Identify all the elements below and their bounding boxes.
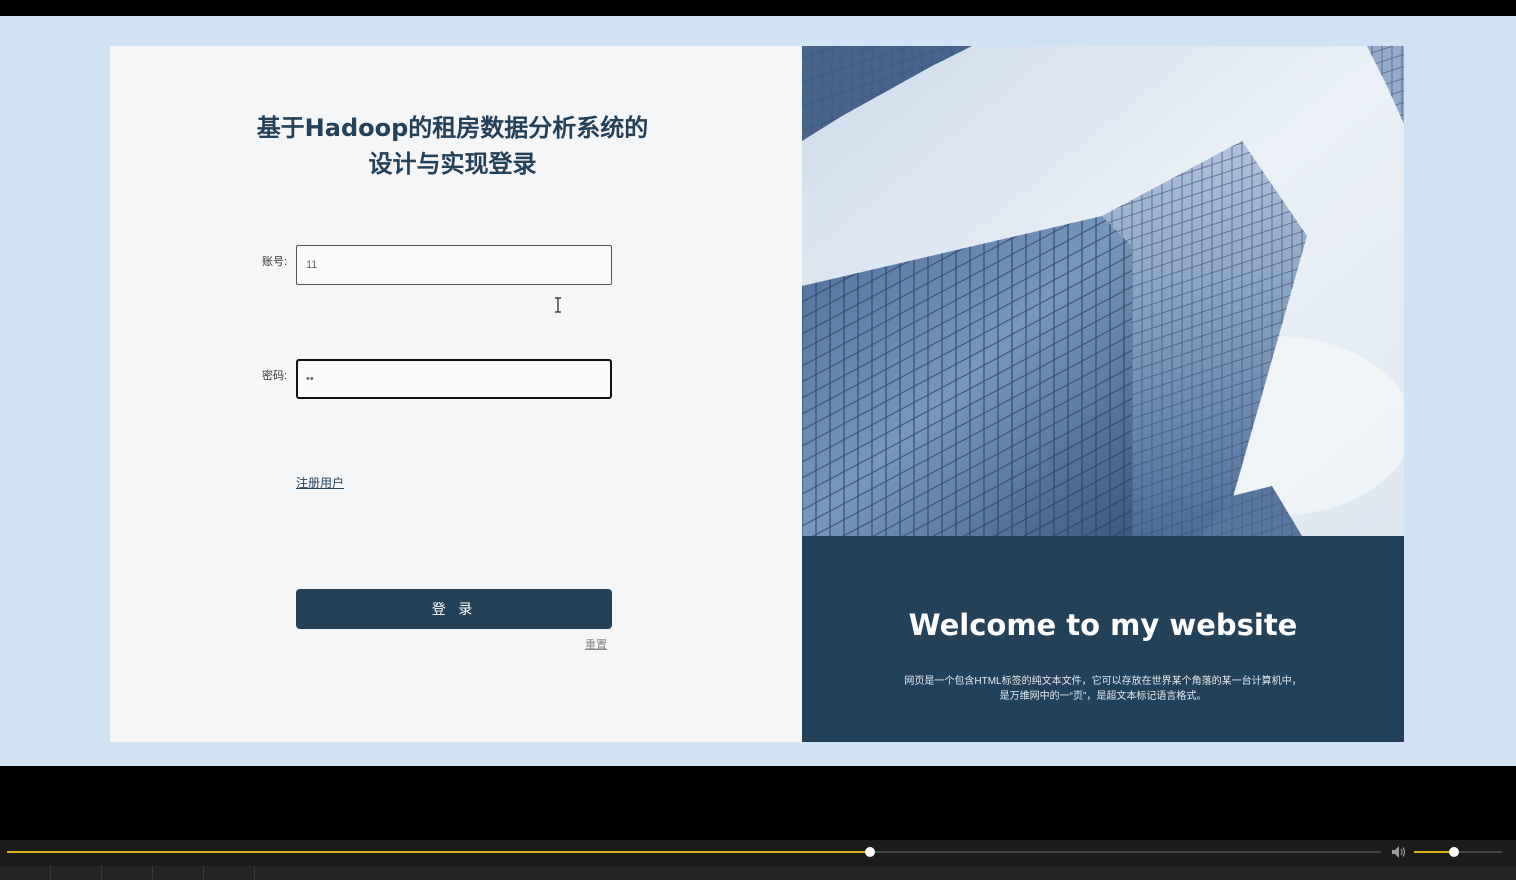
volume-slider[interactable] — [1414, 847, 1502, 857]
volume-fill — [1414, 851, 1454, 853]
progress-handle[interactable] — [864, 847, 875, 857]
welcome-title: Welcome to my website — [908, 608, 1298, 642]
progress-slider[interactable] — [7, 847, 1381, 857]
login-button[interactable]: 登 录 — [296, 589, 612, 629]
welcome-section: Welcome to my website 网页是一个包含HTML标签的纯文本文… — [802, 536, 1404, 742]
progress-fill — [7, 851, 870, 853]
text-cursor-icon — [555, 297, 561, 313]
welcome-panel-container: Welcome to my website 网页是一个包含HTML标签的纯文本文… — [802, 46, 1404, 742]
password-label: 密码: — [262, 370, 288, 382]
toolbar-slot[interactable] — [102, 866, 153, 880]
speaker-icon[interactable] — [1391, 845, 1407, 859]
login-card: 基于Hadoop的租房数据分析系统的设计与实现登录 账号: 密码: 注册用户 登… — [110, 46, 1404, 742]
register-user-link[interactable]: 注册用户 — [296, 474, 344, 491]
building-image — [802, 46, 1404, 536]
reset-link[interactable]: 重置 — [585, 636, 607, 652]
account-input[interactable] — [296, 245, 612, 285]
browser-viewport: 基于Hadoop的租房数据分析系统的设计与实现登录 账号: 密码: 注册用户 登… — [0, 16, 1516, 766]
video-player-controls — [0, 840, 1516, 880]
welcome-description-line: 是万维网中的一“页”，是超文本标记语言格式。 — [999, 691, 1207, 702]
toolbar-slot[interactable] — [153, 866, 204, 880]
login-form-panel: 基于Hadoop的租房数据分析系统的设计与实现登录 账号: 密码: 注册用户 登… — [110, 46, 802, 742]
bottom-toolbar — [0, 866, 1516, 880]
page-title: 基于Hadoop的租房数据分析系统的设计与实现登录 — [256, 114, 649, 178]
toolbar-slot[interactable] — [51, 866, 102, 880]
welcome-description: 网页是一个包含HTML标签的纯文本文件，它可以存放在世界某个角落的某一台计算机中… — [882, 674, 1324, 704]
toolbar-slot[interactable] — [0, 866, 51, 880]
welcome-description-line: 网页是一个包含HTML标签的纯文本文件，它可以存放在世界某个角落的某一台计算机中… — [904, 676, 1302, 687]
password-input[interactable] — [296, 359, 612, 399]
toolbar-slot[interactable] — [204, 866, 255, 880]
volume-handle[interactable] — [1448, 847, 1459, 857]
account-label: 账号: — [262, 256, 288, 268]
